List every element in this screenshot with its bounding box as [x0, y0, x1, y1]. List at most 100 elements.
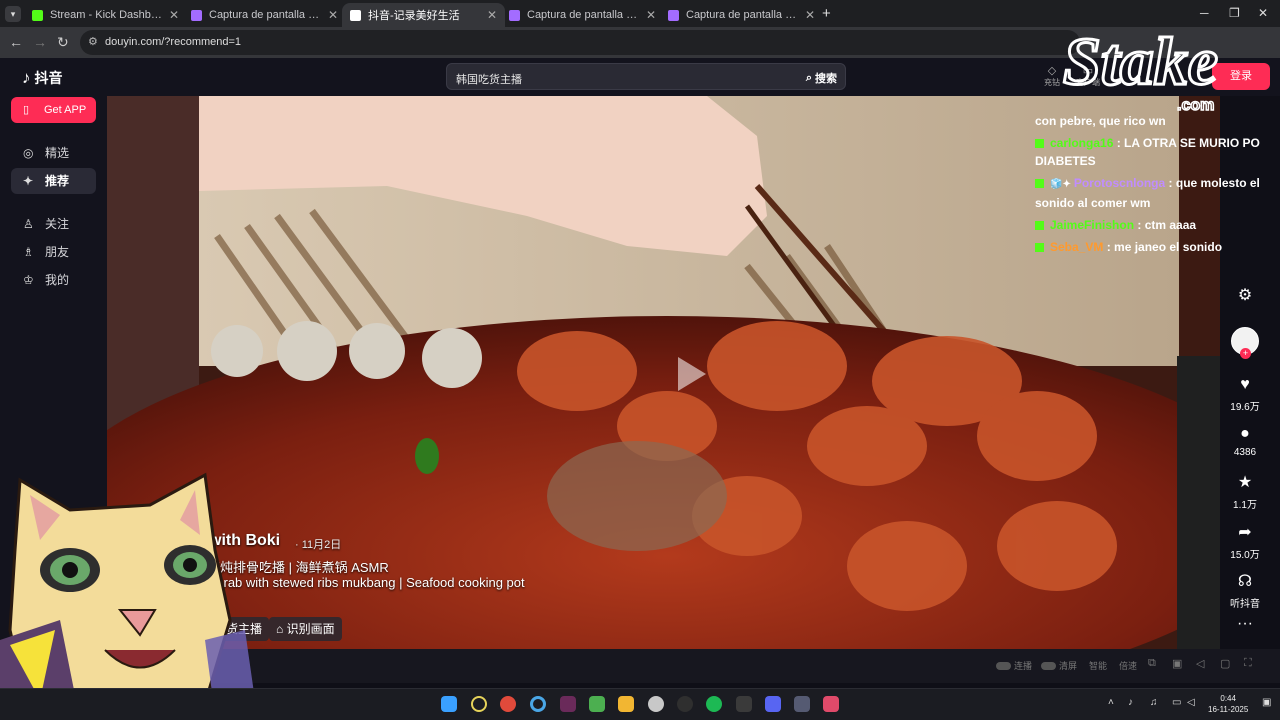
search-button[interactable]: ⌕ 搜索: [806, 70, 837, 86]
comment-count: 4386: [1233, 447, 1257, 458]
spotify-icon[interactable]: [706, 696, 722, 712]
tab-title: Captura de pantalla por Lightshot: [527, 9, 640, 21]
search-box[interactable]: 韩国吃货主播 ⌕ 搜索: [446, 63, 846, 90]
chat-username: carlonga16: [1050, 136, 1114, 150]
system-clock[interactable]: 0:44 16-11-2025: [1208, 693, 1248, 715]
mic-icon[interactable]: ♫: [1150, 697, 1158, 708]
chat-username: Porotoscnlonga: [1073, 176, 1166, 190]
cat-avatar-overlay: [0, 472, 255, 720]
follow-plus-icon[interactable]: +: [1240, 348, 1251, 359]
scan-icon: ⌂: [276, 622, 284, 636]
tab-close-icon[interactable]: ✕: [487, 8, 497, 22]
smart-button[interactable]: 智能: [1089, 659, 1107, 672]
browser-tab[interactable]: 抖音-记录美好生活 ✕: [342, 3, 505, 27]
browser-tab[interactable]: Captura de pantalla por Lightshot ✕: [660, 3, 823, 27]
speaker-icon[interactable]: ♪: [1128, 697, 1133, 708]
profile-icon: ♔: [23, 273, 34, 287]
sidebar-item-recommend[interactable]: ✦ 推荐: [11, 168, 96, 194]
notifications-icon[interactable]: ▣: [1262, 697, 1271, 708]
stake-logo-watermark: Stake .com: [1062, 22, 1220, 115]
obs-icon[interactable]: [648, 696, 664, 712]
browser-tab[interactable]: Captura de pantalla por Lightshot ✕: [501, 3, 664, 27]
volume-tray-icon[interactable]: ◁: [1187, 697, 1195, 708]
tab-close-icon[interactable]: ✕: [646, 8, 656, 22]
douyin-note-icon: ♪: [22, 68, 31, 87]
browser-tab[interactable]: Captura de pantalla por Lightshot ✕: [183, 3, 346, 27]
favorite-count: 1.1万: [1233, 500, 1257, 511]
chrome-icon[interactable]: [500, 696, 516, 712]
sidebar-item-label: 推荐: [45, 174, 70, 188]
app-icon-green[interactable]: [589, 696, 605, 712]
play-icon[interactable]: [678, 357, 706, 391]
mini-window-icon[interactable]: ▣: [1172, 657, 1182, 670]
windows-taskbar: [0, 688, 1280, 720]
picture-in-picture-icon[interactable]: ⧉: [1148, 657, 1156, 670]
kick-badge-icon: [1035, 139, 1044, 148]
speed-button[interactable]: 倍速: [1119, 659, 1137, 672]
identify-scene-chip[interactable]: ⌂ 识别画面: [269, 617, 342, 641]
discord-icon[interactable]: [765, 696, 781, 712]
clock-time: 0:44: [1220, 694, 1236, 703]
sidebar-item-me[interactable]: ♔ 我的: [11, 267, 96, 293]
sidebar-item-following[interactable]: ♙ 关注: [11, 211, 96, 237]
share-button[interactable]: ➦ 15.0万: [1215, 524, 1275, 561]
chat-message: carlonga16 : LA OTRA SE MURIO PO DIABETE…: [1035, 136, 1260, 168]
network-icon[interactable]: ▭: [1172, 697, 1181, 708]
svg-text:.com: .com: [1177, 97, 1214, 114]
settings-button[interactable]: ⚙: [1215, 287, 1275, 309]
sidebar-item-label: 朋友: [45, 245, 70, 259]
search-input[interactable]: 韩国吃货主播: [456, 71, 522, 87]
volume-icon[interactable]: ◁: [1196, 657, 1204, 670]
tab-close-icon[interactable]: ✕: [328, 8, 338, 22]
tab-favicon-icon: [350, 9, 361, 21]
headphones-icon: ☊: [1237, 573, 1253, 590]
sidebar-item-featured[interactable]: ◎ 精选: [11, 140, 96, 166]
app-icon-media[interactable]: [560, 696, 576, 712]
clock-date: 16-11-2025: [1208, 705, 1249, 714]
clean-screen-toggle[interactable]: 清屏: [1041, 659, 1077, 672]
heart-icon: ♥: [1240, 376, 1250, 393]
address-bar[interactable]: ⚙ douyin.com/?recommend=1: [80, 30, 1080, 55]
tab-title: Stream - Kick Dashboard: [50, 9, 163, 21]
sidebar-item-friends[interactable]: ♗ 朋友: [11, 239, 96, 265]
tab-search-button[interactable]: ▾: [5, 6, 21, 22]
tab-close-icon[interactable]: ✕: [169, 8, 179, 22]
back-icon[interactable]: ←: [9, 34, 23, 50]
favorite-button[interactable]: ★ 1.1万: [1215, 474, 1275, 511]
tab-close-icon[interactable]: ✕: [805, 8, 815, 22]
listen-button[interactable]: ☊ 听抖音: [1215, 573, 1275, 610]
app-icon-g[interactable]: [677, 696, 693, 712]
share-count: 15.0万: [1230, 550, 1260, 561]
fullscreen-icon[interactable]: ⛶: [1244, 657, 1252, 670]
app-icon-console[interactable]: [794, 696, 810, 712]
like-button[interactable]: ♥ 19.6万: [1215, 376, 1275, 413]
site-info-icon[interactable]: ⚙: [88, 30, 98, 55]
douyin-logo[interactable]: ♪ 抖音: [22, 68, 63, 88]
app-icon-ring[interactable]: [471, 696, 487, 712]
start-menu-icon[interactable]: [441, 696, 457, 712]
sidebar-item-label: 我的: [45, 273, 70, 287]
app-icon-pink[interactable]: [823, 696, 839, 712]
star-icon: ★: [1237, 474, 1253, 491]
get-app-button[interactable]: ▯ Get APP: [11, 97, 96, 123]
chat-username: JaimeFinishon: [1050, 218, 1135, 232]
chat-message: JaimeFinishon : ctm aaaa: [1035, 216, 1270, 234]
author-avatar[interactable]: +: [1231, 327, 1259, 359]
kick-badge-icon: [1035, 221, 1044, 230]
svg-text:Stake: Stake: [1063, 23, 1218, 99]
new-tab-button[interactable]: +: [822, 5, 831, 22]
follow-icon: ♙: [23, 217, 34, 231]
reload-icon[interactable]: ↻: [57, 34, 69, 51]
webpage-fullscreen-icon[interactable]: ▢: [1220, 657, 1230, 670]
forward-icon[interactable]: →: [33, 34, 47, 50]
comment-button[interactable]: ● 4386: [1215, 425, 1275, 458]
tab-favicon-icon: [32, 9, 43, 21]
tray-overflow-icon[interactable]: ˄: [1108, 697, 1114, 708]
cortana-icon[interactable]: [530, 696, 546, 712]
steam-icon[interactable]: [736, 696, 752, 712]
kick-badge-icon: [1035, 179, 1044, 188]
browser-tab[interactable]: Stream - Kick Dashboard ✕: [24, 3, 187, 27]
autoplay-toggle[interactable]: 连播: [996, 659, 1032, 672]
more-button[interactable]: ···: [1215, 615, 1275, 637]
file-explorer-icon[interactable]: [618, 696, 634, 712]
